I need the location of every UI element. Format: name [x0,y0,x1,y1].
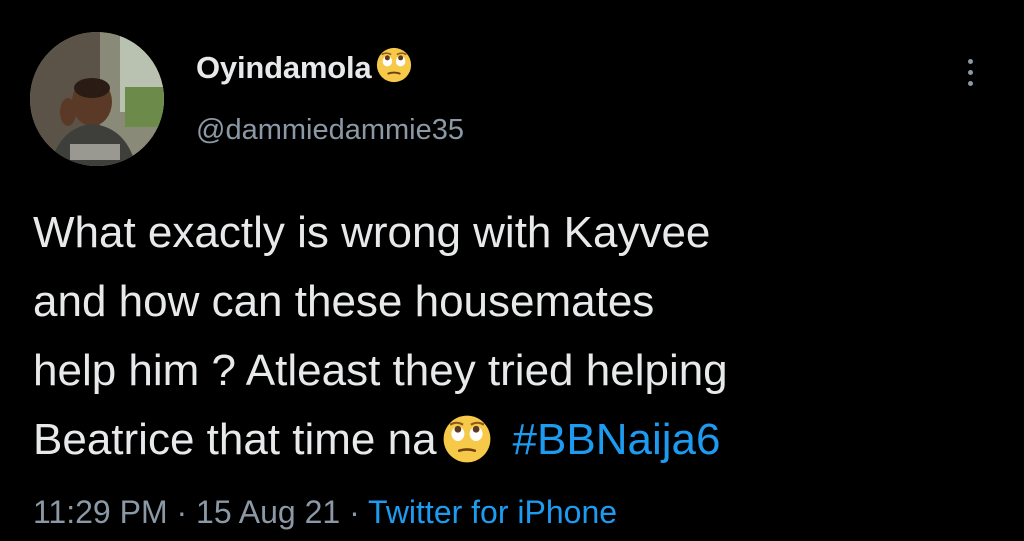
more-options-dot [967,80,973,86]
more-options-dot [967,69,973,75]
tweet-text-segment: Beatrice that time na [33,415,437,464]
avatar[interactable] [30,32,164,166]
tweet-text: What exactly is wrong with Kayvee and ho… [33,198,993,477]
tweet-meta: 11:29 PM · 15 Aug 21 · Twitter for iPhon… [33,494,617,531]
tweet-source-link[interactable]: Twitter for iPhone [368,494,617,530]
author-name-row[interactable]: Oyindamola [196,46,413,89]
avatar-photo [30,32,164,166]
face-with-rolling-eyes-icon [375,46,413,89]
tweet-text-line: What exactly is wrong with Kayvee [33,208,711,257]
more-options-button[interactable] [956,52,984,92]
meta-separator: · [176,494,188,530]
hashtag-link[interactable]: #BBNaija6 [513,415,721,464]
more-options-dot [967,58,973,64]
display-name[interactable]: Oyindamola [196,50,372,86]
face-with-rolling-eyes-icon [437,408,513,477]
tweet-card: Oyindamola @dammiedammie35 What exactly … [0,0,1024,541]
tweet-text-line: help him ? Atleast they tried helping [33,346,728,395]
tweet-time[interactable]: 11:29 PM [33,494,168,530]
tweet-text-line-last: Beatrice that time na #BBNaija6 [33,405,993,477]
tweet-text-line: and how can these housemates [33,277,655,326]
tweet-date[interactable]: 15 Aug 21 [196,494,340,530]
author-handle[interactable]: @dammiedammie35 [196,114,464,147]
meta-separator: · [349,494,360,530]
